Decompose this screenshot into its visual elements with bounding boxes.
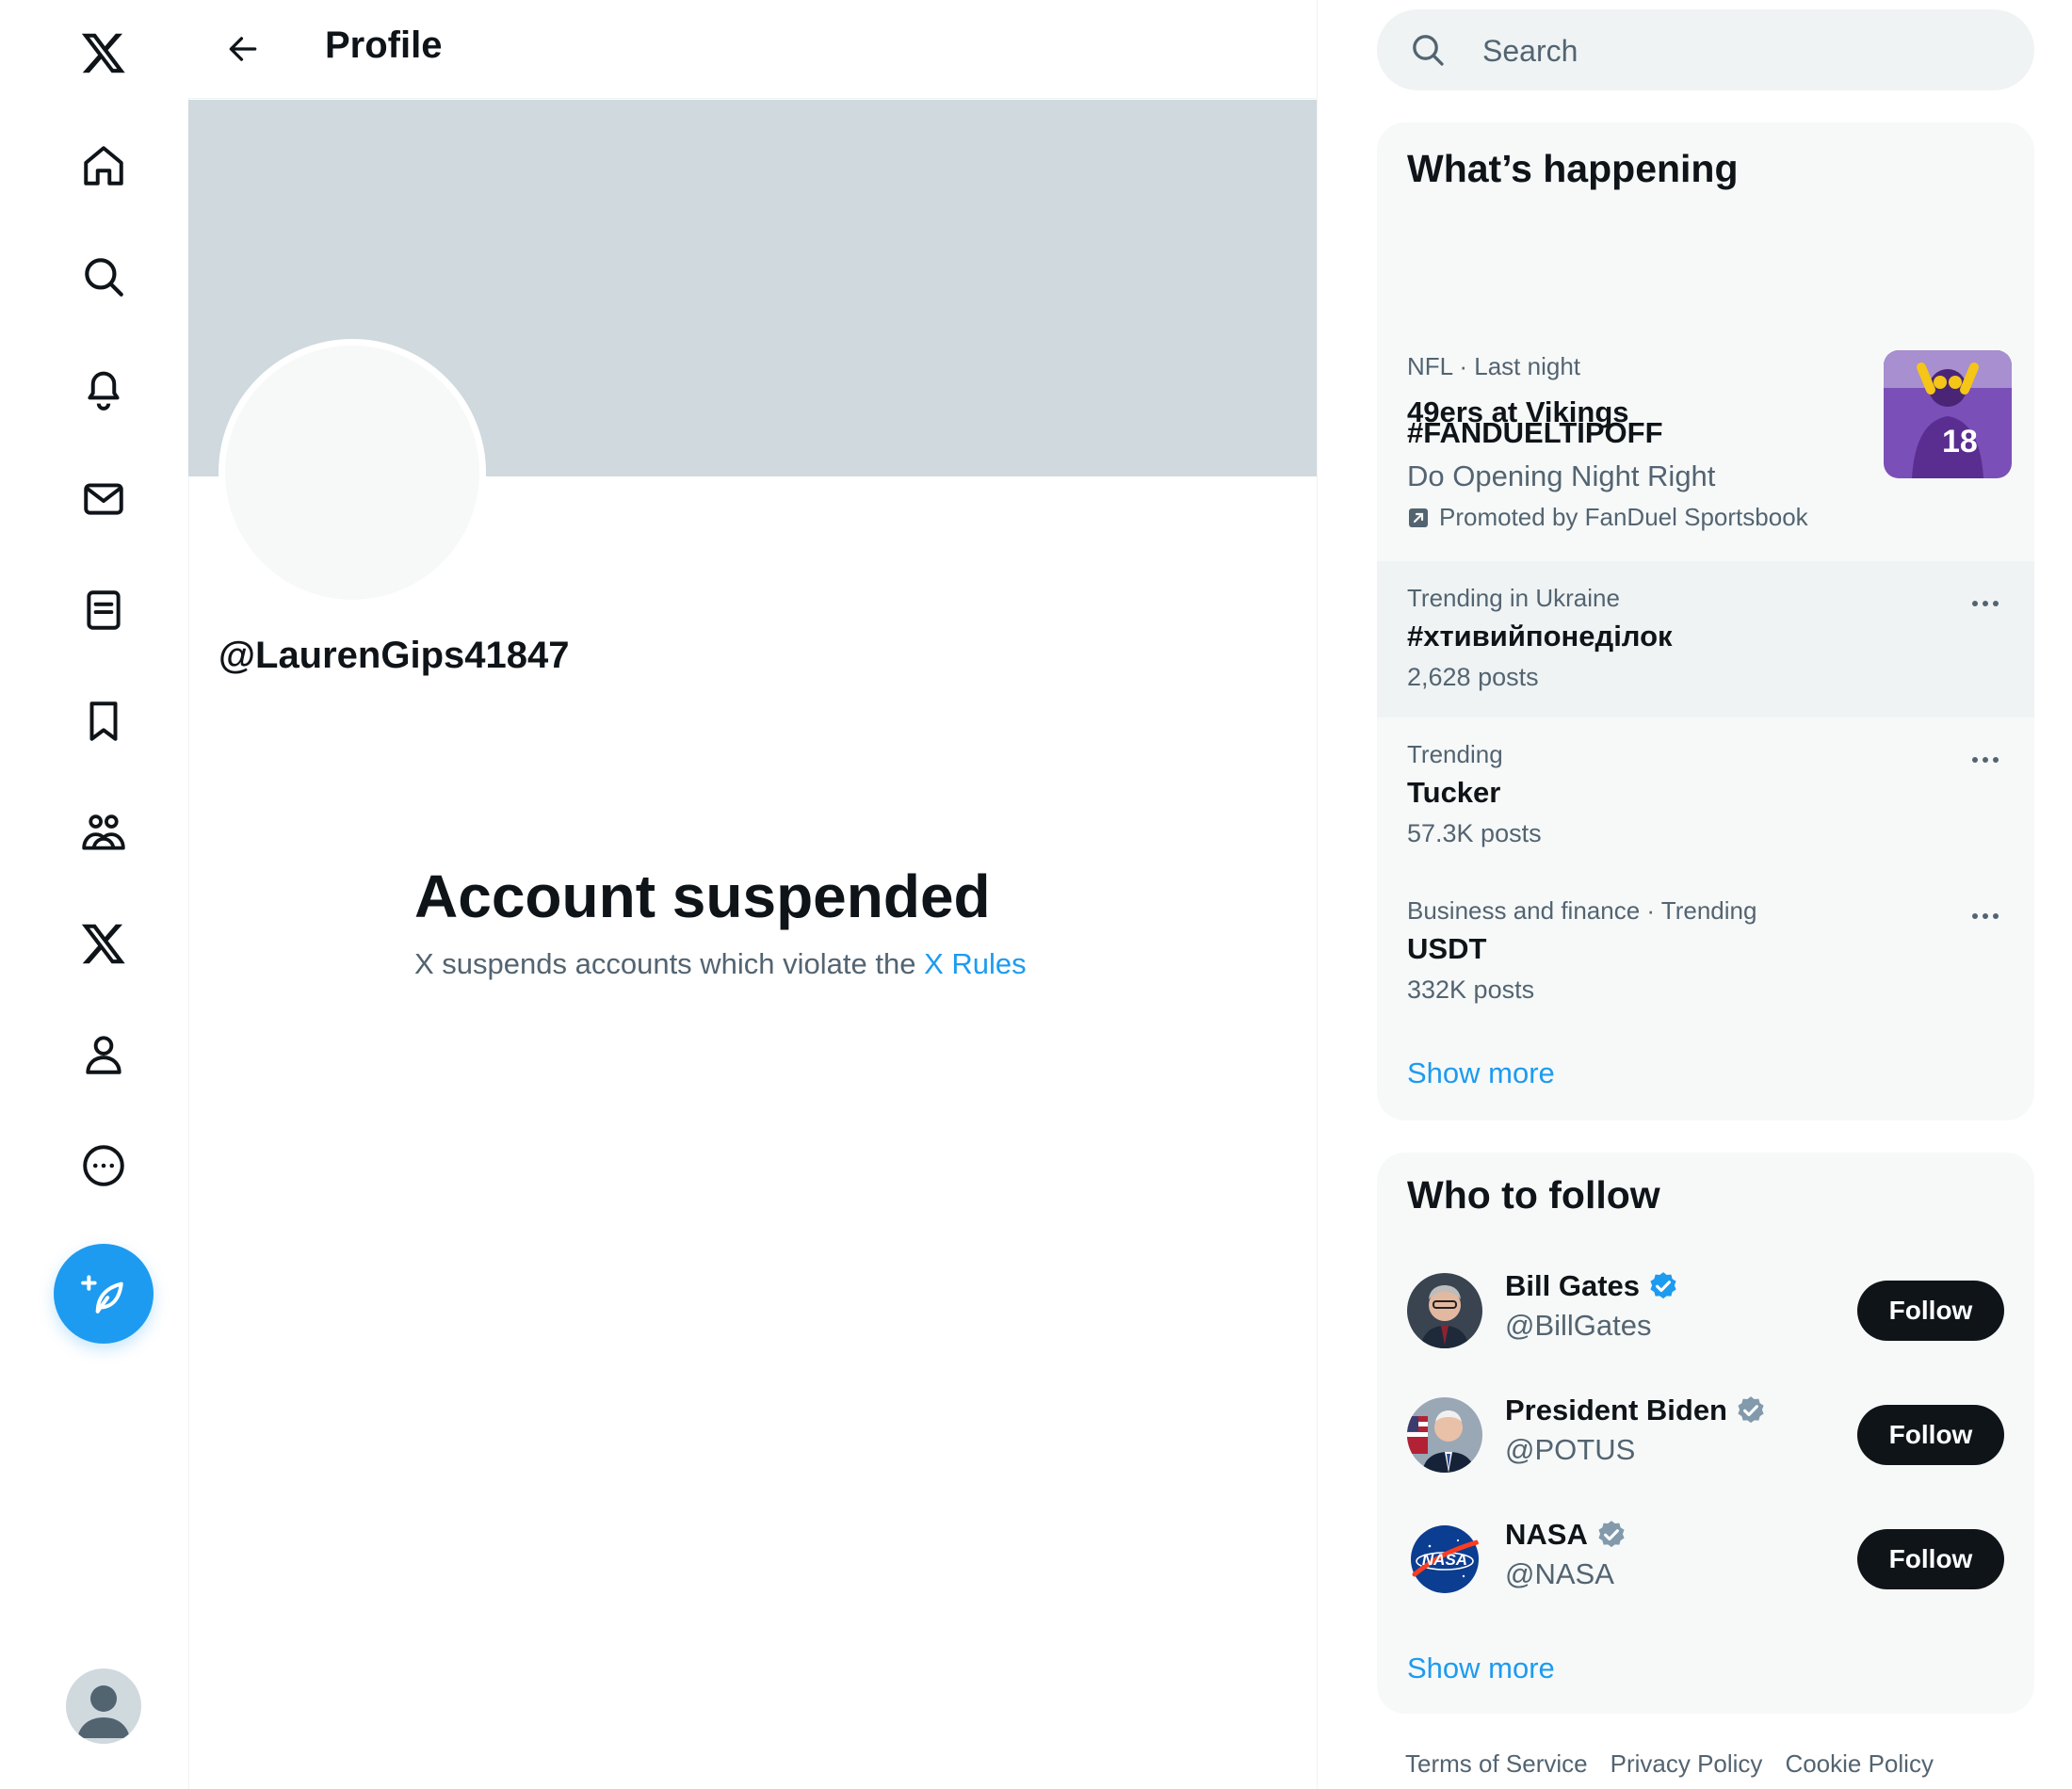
trend-post-count: 332K posts (1407, 975, 1535, 1004)
trend-post-count: 2,628 posts (1407, 663, 1539, 691)
search-input[interactable] (1481, 9, 2012, 92)
who-to-follow-panel: Who to follow Bill Gates @BillGates Foll… (1377, 1152, 2034, 1714)
trend-item[interactable]: Trending Tucker 57.3K posts (1377, 717, 2034, 874)
suggestion-name-text: Bill Gates (1505, 1269, 1640, 1302)
compose-icon (81, 1275, 123, 1314)
svg-text:NASA: NASA (1422, 1551, 1467, 1569)
whats-happening-panel: What’s happening NFL · Last night 49ers … (1377, 122, 2034, 1120)
x-rules-link[interactable]: X Rules (924, 947, 1027, 980)
profile-icon[interactable] (70, 1021, 138, 1088)
privacy-link[interactable]: Privacy Policy (1611, 1749, 1763, 1779)
cookie-link[interactable]: Cookie Policy (1785, 1749, 1934, 1779)
page-title: Profile (325, 24, 443, 66)
trend-name: #хтивийпонеділок (1407, 620, 1673, 653)
promoted-icon (1409, 508, 1428, 527)
explore-icon[interactable] (70, 243, 138, 311)
show-more-trends-link[interactable]: Show more (1407, 1056, 1555, 1090)
home-icon[interactable] (70, 132, 138, 200)
follow-suggestion[interactable]: Bill Gates @BillGates Follow (1377, 1254, 2034, 1367)
suggestion-name: President Biden (1505, 1394, 1767, 1427)
avatar (1407, 1273, 1482, 1348)
suggestion-handle: @BillGates (1505, 1309, 1652, 1342)
trend-name: USDT (1407, 932, 1487, 965)
profile-column: Profile @LaurenGips41847 Account suspend… (188, 0, 1318, 1789)
suggestion-handle: @NASA (1505, 1557, 1614, 1590)
x-logo-icon[interactable] (70, 19, 138, 87)
more-icon[interactable] (70, 1132, 138, 1200)
follow-button[interactable]: Follow (1857, 1529, 2004, 1589)
promoted-by-text: Promoted by FanDuel Sportsbook (1439, 503, 1808, 531)
trend-item[interactable]: Business and finance · Trending USDT 332… (1377, 874, 2034, 1030)
notifications-icon[interactable] (70, 354, 138, 422)
verified-badge-icon (1738, 1396, 1764, 1424)
suspended-text: X suspends accounts which violate the (414, 947, 925, 980)
promoted-trend-name: #FANDUELTIPOFF (1407, 416, 1663, 449)
trend-item[interactable]: NFL · Last night 49ers at Vikings 18 (1377, 235, 2034, 478)
left-navigation (0, 0, 189, 1789)
follow-suggestion[interactable]: President Biden @POTUS Follow (1377, 1378, 2034, 1491)
promoted-trend-subtitle: Do Opening Night Right (1407, 459, 1716, 492)
trend-item[interactable]: Trending in Ukraine #хтивийпонеділок 2,6… (1377, 561, 2034, 717)
suggestion-name: NASA (1505, 1518, 1627, 1552)
trend-meta: Trending in Ukraine (1407, 584, 1620, 612)
more-dots-icon[interactable] (1967, 589, 2004, 618)
premium-icon[interactable] (70, 910, 138, 977)
footer-links: Terms of Service Privacy Policy Cookie P… (1405, 1749, 1934, 1779)
terms-link[interactable]: Terms of Service (1405, 1749, 1588, 1779)
profile-handle: @LaurenGips41847 (219, 635, 570, 676)
lists-icon[interactable] (70, 576, 138, 644)
messages-icon[interactable] (70, 465, 138, 533)
verified-badge-icon (1598, 1521, 1625, 1548)
promoted-label: Promoted by FanDuel Sportsbook (1407, 503, 1808, 532)
profile-avatar (219, 339, 486, 606)
back-button[interactable] (217, 23, 269, 75)
back-arrow-icon (229, 37, 257, 61)
suggestion-name-text: President Biden (1505, 1394, 1727, 1426)
more-dots-icon[interactable] (1967, 746, 2004, 774)
suspended-heading: Account suspended (414, 862, 991, 930)
bookmarks-icon[interactable] (70, 687, 138, 755)
suggestion-name: Bill Gates (1505, 1269, 1679, 1303)
suggestion-handle: @POTUS (1505, 1433, 1636, 1466)
search-icon (1413, 35, 1444, 66)
follow-suggestion[interactable]: NASA NASA @NASA Follow (1377, 1503, 2034, 1616)
trend-post-count: 57.3K posts (1407, 819, 1542, 847)
avatar: NASA (1407, 1522, 1482, 1597)
account-avatar[interactable] (66, 1668, 141, 1744)
verified-badge-icon (1650, 1272, 1676, 1299)
show-more-follow-link[interactable]: Show more (1407, 1652, 1555, 1685)
suspended-message: X suspends accounts which violate the X … (414, 947, 1027, 981)
trend-meta: Business and finance · Trending (1407, 896, 1757, 925)
profile-header: Profile (188, 0, 1317, 99)
panel-title: What’s happening (1407, 147, 1739, 190)
follow-button[interactable]: Follow (1857, 1281, 2004, 1341)
trend-meta: Trending (1407, 740, 1503, 768)
compose-button[interactable] (54, 1244, 154, 1344)
trend-name: Tucker (1407, 776, 1501, 809)
more-dots-icon[interactable] (1967, 902, 2004, 930)
avatar (1407, 1397, 1482, 1473)
panel-title: Who to follow (1407, 1173, 1660, 1217)
follow-button[interactable]: Follow (1857, 1405, 2004, 1465)
search-box[interactable] (1377, 9, 2034, 92)
suggestion-name-text: NASA (1505, 1518, 1588, 1551)
communities-icon[interactable] (70, 798, 138, 866)
